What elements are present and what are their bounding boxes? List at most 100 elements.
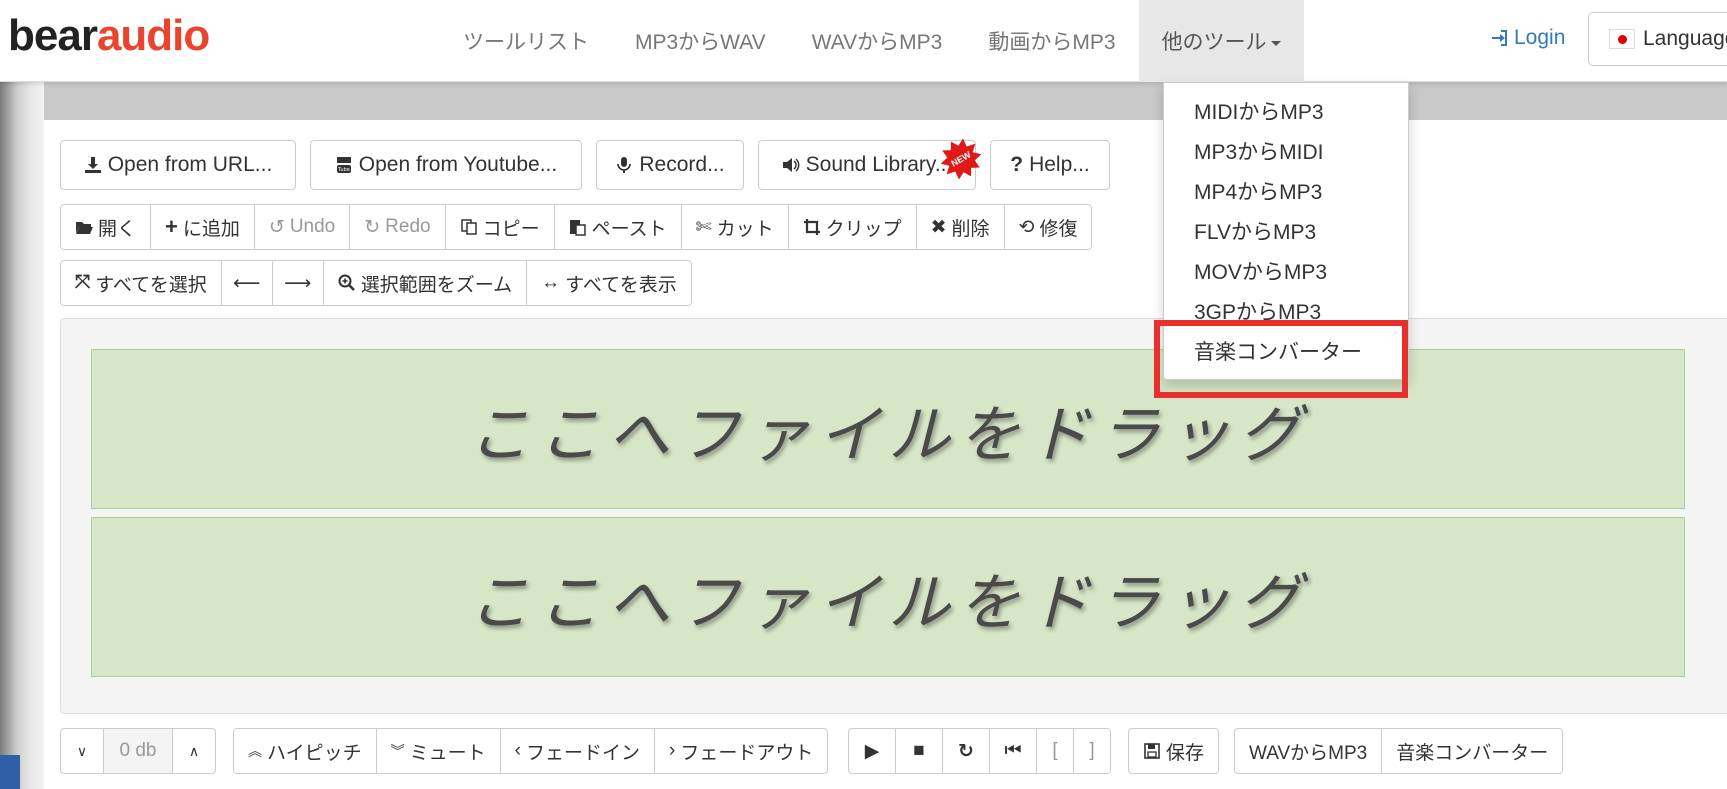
rewind-button[interactable]: ⏮ bbox=[989, 728, 1037, 774]
undo-label: Undo bbox=[289, 216, 336, 237]
chevron-down-icon: ∨ bbox=[76, 742, 88, 759]
language-label: Language bbox=[1643, 27, 1727, 50]
japan-flag-icon bbox=[1609, 29, 1635, 49]
redo-button[interactable]: ↻ Redo bbox=[349, 204, 446, 250]
paste-label: ペースト bbox=[591, 218, 667, 240]
fade-in-label: フェードイン bbox=[525, 742, 640, 764]
open-from-url-label: Open from URL... bbox=[107, 153, 273, 176]
nav-other-tools[interactable]: 他のツール bbox=[1138, 0, 1304, 82]
open-from-youtube-button[interactable]: Tube Open from Youtube... bbox=[310, 140, 582, 190]
play-button[interactable]: ▶ bbox=[848, 728, 896, 774]
undo-button[interactable]: ↺ Undo bbox=[253, 204, 351, 250]
open-label: 開く bbox=[98, 218, 137, 240]
menu-item-mp3-to-midi[interactable]: MP3からMIDI bbox=[1164, 131, 1408, 171]
folder-open-icon bbox=[76, 222, 93, 234]
arrow-right-icon: ⟶ bbox=[284, 272, 312, 294]
nav-items: ツールリスト MP3からWAV WAVからMP3 動画からMP3 他のツール bbox=[440, 0, 1304, 82]
mute-label: ミュート bbox=[409, 742, 486, 764]
double-up-icon: ︽ bbox=[248, 743, 262, 759]
wav-to-mp3-button[interactable]: WAVからMP3 bbox=[1234, 728, 1383, 774]
select-all-label: すべてを選択 bbox=[95, 274, 207, 296]
effects-group: ︽ ハイピッチ ︾ ミュート ‹ フェードイン › フェードアウト bbox=[233, 728, 829, 774]
cut-button[interactable]: ✄ カット bbox=[680, 204, 789, 250]
language-button[interactable]: Language bbox=[1588, 12, 1727, 66]
add-label: に追加 bbox=[182, 218, 240, 240]
arrows-h-icon: ↔ bbox=[541, 272, 561, 293]
other-tools-dropdown: MIDIからMP3 MP3からMIDI MP4からMP3 FLVからMP3 MO… bbox=[1163, 82, 1409, 380]
delete-button[interactable]: ✖ 削除 bbox=[915, 204, 1005, 250]
zoom-selection-button[interactable]: 選択範囲をズーム bbox=[322, 260, 528, 306]
copy-button[interactable]: コピー bbox=[444, 204, 555, 250]
repair-button[interactable]: ⟲ 修復 bbox=[1003, 204, 1093, 250]
menu-item-3gp-to-mp3[interactable]: 3GPからMP3 bbox=[1164, 291, 1408, 331]
move-left-button[interactable]: ⟵ bbox=[220, 260, 273, 306]
save-label: 保存 bbox=[1166, 742, 1205, 764]
background-strip bbox=[0, 82, 44, 789]
youtube-icon: Tube bbox=[336, 157, 351, 173]
undo-icon: ↺ bbox=[268, 216, 285, 238]
move-right-button[interactable]: ⟶ bbox=[271, 260, 324, 306]
scissors-icon: ✄ bbox=[695, 216, 712, 238]
play-icon: ▶ bbox=[864, 740, 880, 762]
floppy-icon bbox=[1144, 743, 1160, 759]
fade-out-label: フェードアウト bbox=[680, 742, 814, 764]
delete-label: 削除 bbox=[951, 218, 990, 240]
select-all-button[interactable]: ⤧ すべてを選択 bbox=[60, 260, 222, 306]
save-group: 保存 bbox=[1128, 728, 1220, 774]
clip-button[interactable]: クリップ bbox=[787, 204, 917, 250]
nav-tool-list[interactable]: ツールリスト bbox=[440, 0, 612, 82]
drop-zone-bottom[interactable]: ここへファイルをドラッグ bbox=[91, 517, 1685, 677]
high-pitch-button[interactable]: ︽ ハイピッチ bbox=[233, 728, 377, 774]
svg-text:Tube: Tube bbox=[337, 167, 350, 173]
open-from-url-button[interactable]: Open from URL... bbox=[60, 140, 296, 190]
menu-item-midi-to-mp3[interactable]: MIDIからMP3 bbox=[1164, 91, 1408, 131]
open-button[interactable]: 開く bbox=[60, 204, 152, 250]
playback-group: ▶ ■ ↻ ⏮ [ ] bbox=[848, 728, 1111, 774]
menu-item-mp4-to-mp3[interactable]: MP4からMP3 bbox=[1164, 171, 1408, 211]
help-button[interactable]: ? Help... bbox=[990, 140, 1110, 190]
add-button[interactable]: + に追加 bbox=[150, 204, 255, 250]
copy-label: コピー bbox=[482, 218, 540, 240]
repair-label: 修復 bbox=[1039, 218, 1078, 240]
plus-icon: + bbox=[165, 214, 178, 239]
close-icon: ✖ bbox=[930, 216, 947, 238]
show-all-button[interactable]: ↔ すべてを表示 bbox=[526, 260, 692, 306]
volume-display: 0 db bbox=[103, 728, 173, 774]
cut-label: カット bbox=[716, 218, 774, 240]
logo[interactable]: bearaudio bbox=[8, 14, 210, 58]
navbar: bearaudio ツールリスト MP3からWAV WAVからMP3 動画からM… bbox=[0, 0, 1727, 82]
menu-item-flv-to-mp3[interactable]: FLVからMP3 bbox=[1164, 211, 1408, 251]
question-icon: ? bbox=[1010, 153, 1024, 176]
nav-video-to-mp3[interactable]: 動画からMP3 bbox=[965, 0, 1138, 82]
menu-item-mov-to-mp3[interactable]: MOVからMP3 bbox=[1164, 251, 1408, 291]
drop-zone-top[interactable]: ここへファイルをドラッグ bbox=[91, 349, 1685, 509]
bracket-close-button[interactable]: ] bbox=[1073, 728, 1111, 774]
nav-wav-to-mp3[interactable]: WAVからMP3 bbox=[789, 0, 966, 82]
download-icon bbox=[84, 157, 101, 173]
music-converter-button[interactable]: 音楽コンバーター bbox=[1381, 728, 1564, 774]
nav-mp3-to-wav[interactable]: MP3からWAV bbox=[612, 0, 789, 82]
help-label: Help... bbox=[1029, 153, 1090, 176]
sound-library-label: Sound Library... bbox=[805, 153, 953, 176]
loop-button[interactable]: ↻ bbox=[942, 728, 990, 774]
volume-down-button[interactable]: ∨ bbox=[60, 728, 104, 774]
menu-item-music-converter[interactable]: 音楽コンバーター bbox=[1164, 331, 1408, 371]
waveform-area: ここへファイルをドラッグ ここへファイルをドラッグ bbox=[60, 318, 1727, 714]
bracket-open-button[interactable]: [ bbox=[1036, 728, 1074, 774]
paste-button[interactable]: ペースト bbox=[553, 204, 682, 250]
login-link[interactable]: Login bbox=[1490, 26, 1565, 50]
stop-icon: ■ bbox=[913, 740, 925, 761]
wav-to-mp3-label: WAVからMP3 bbox=[1249, 742, 1368, 764]
volume-up-button[interactable]: ∧ bbox=[172, 728, 216, 774]
sound-library-button[interactable]: Sound Library... NEW bbox=[758, 140, 976, 190]
record-button[interactable]: Record... bbox=[596, 140, 744, 190]
stop-button[interactable]: ■ bbox=[895, 728, 943, 774]
clip-label: クリップ bbox=[825, 218, 902, 240]
mute-button[interactable]: ︾ ミュート bbox=[375, 728, 501, 774]
bracket-open-label: [ bbox=[1052, 740, 1058, 761]
volume-up-icon bbox=[782, 158, 800, 172]
save-button[interactable]: 保存 bbox=[1128, 728, 1220, 774]
paste-icon bbox=[569, 220, 586, 236]
fade-out-button[interactable]: › フェードアウト bbox=[653, 728, 829, 774]
fade-in-button[interactable]: ‹ フェードイン bbox=[499, 728, 655, 774]
